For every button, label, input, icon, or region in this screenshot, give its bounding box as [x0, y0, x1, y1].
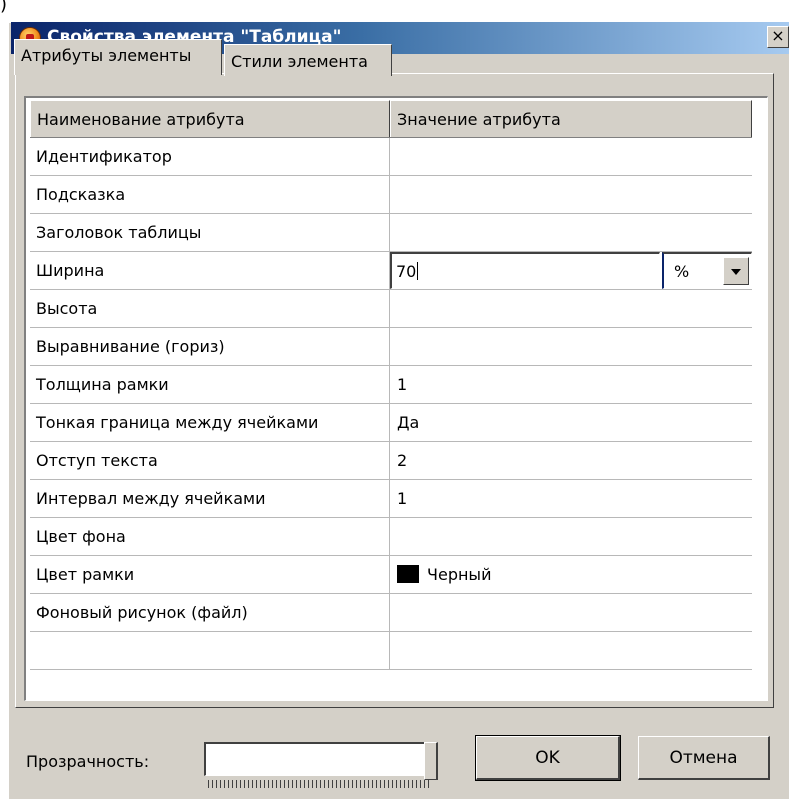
attribute-value-text: 2	[397, 451, 408, 470]
attribute-value[interactable]: Да	[391, 404, 752, 441]
attribute-value[interactable]	[391, 328, 752, 365]
table-row[interactable]: Цвет рамки Черный	[30, 556, 752, 594]
attribute-value[interactable]: Черный	[391, 556, 752, 593]
tab-element-styles[interactable]: Стили элемента	[224, 44, 392, 76]
attribute-name[interactable]: Цвет рамки	[30, 556, 390, 593]
transparency-label: Прозрачность:	[26, 752, 150, 771]
table-row[interactable]: Идентификатор	[30, 138, 752, 176]
table-row[interactable]: Цвет фона	[30, 518, 752, 556]
table-row[interactable]: Высота	[30, 290, 752, 328]
table-row[interactable]: Подсказка	[30, 176, 752, 214]
transparency-slider[interactable]	[204, 742, 438, 776]
attribute-value[interactable]	[391, 176, 752, 213]
attribute-value-text: Да	[397, 413, 420, 432]
table-row[interactable]: Отступ текста 2	[30, 442, 752, 480]
attribute-value-text: 1	[397, 375, 408, 394]
header-attribute-value[interactable]: Значение атрибута	[390, 100, 752, 137]
attribute-value[interactable]	[391, 138, 752, 175]
table-row[interactable]: Ширина 70%	[30, 252, 752, 290]
table-row[interactable]: Выравнивание (гориз)	[30, 328, 752, 366]
attribute-name[interactable]: Заголовок таблицы	[30, 214, 390, 251]
attribute-value[interactable]	[391, 594, 752, 631]
close-button[interactable]: ×	[767, 26, 789, 48]
attribute-name[interactable]: Толщина рамки	[30, 366, 390, 403]
table-row[interactable]	[30, 632, 752, 670]
table-row[interactable]: Интервал между ячейками 1	[30, 480, 752, 518]
partial-glyph: )	[0, 0, 8, 15]
ok-button[interactable]: OK	[475, 735, 621, 781]
tab-element-attributes[interactable]: Атрибуты элементы	[14, 39, 222, 75]
attribute-value[interactable]	[391, 518, 752, 555]
chevron-down-icon[interactable]	[723, 257, 749, 285]
attribute-value[interactable]: 1	[391, 366, 752, 403]
width-unit-select[interactable]: %	[662, 252, 752, 289]
transparency-slider-thumb[interactable]	[424, 742, 438, 780]
attribute-name[interactable]: Цвет фона	[30, 518, 390, 555]
width-value-text: 70	[396, 262, 417, 281]
attribute-name[interactable]	[30, 632, 390, 669]
tab-label: Атрибуты элементы	[21, 46, 192, 65]
table-row[interactable]: Фоновый рисунок (файл)	[30, 594, 752, 632]
background-strip: )	[0, 0, 789, 22]
attribute-value[interactable]: 1	[391, 480, 752, 517]
attribute-value[interactable]	[391, 214, 752, 251]
attribute-name[interactable]: Высота	[30, 290, 390, 327]
table-row[interactable]: Заголовок таблицы	[30, 214, 752, 252]
grid-header: Наименование атрибута Значение атрибута	[30, 100, 752, 138]
attribute-value[interactable]	[391, 632, 752, 669]
header-attribute-name[interactable]: Наименование атрибута	[30, 100, 390, 137]
close-icon: ×	[771, 26, 785, 45]
attribute-value-text: 1	[397, 489, 408, 508]
color-swatch	[397, 565, 419, 583]
attribute-value[interactable]: 2	[391, 442, 752, 479]
table-row[interactable]: Толщина рамки 1	[30, 366, 752, 404]
attribute-name[interactable]: Выравнивание (гориз)	[30, 328, 390, 365]
unit-value: %	[674, 262, 690, 281]
attribute-value[interactable]	[391, 290, 752, 327]
attribute-name[interactable]: Тонкая граница между ячейками	[30, 404, 390, 441]
attribute-name[interactable]: Идентификатор	[30, 138, 390, 175]
slider-ticks	[208, 780, 432, 788]
tab-label: Стили элемента	[231, 52, 368, 71]
attribute-name[interactable]: Интервал между ячейками	[30, 480, 390, 517]
attribute-name[interactable]: Подсказка	[30, 176, 390, 213]
attribute-name[interactable]: Отступ текста	[30, 442, 390, 479]
attribute-value-text: Черный	[427, 565, 492, 584]
attribute-name[interactable]: Ширина	[30, 252, 390, 289]
width-value-input[interactable]: 70	[390, 252, 660, 289]
attribute-name[interactable]: Фоновый рисунок (файл)	[30, 594, 390, 631]
text-caret	[417, 262, 419, 280]
cancel-button[interactable]: Отмена	[638, 736, 770, 780]
table-row[interactable]: Тонкая граница между ячейками Да	[30, 404, 752, 442]
